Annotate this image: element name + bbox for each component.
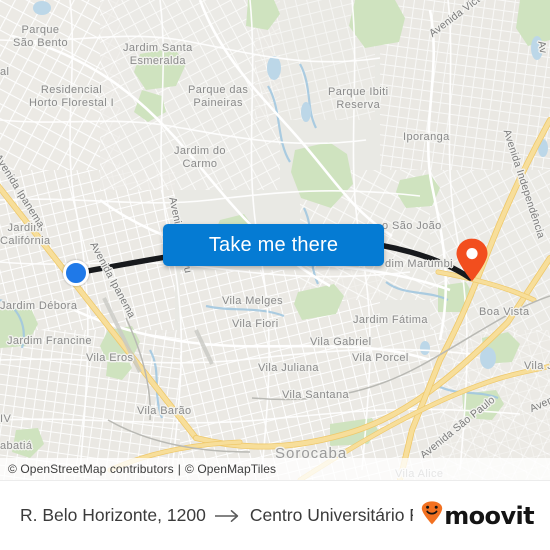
moovit-route-widget: Parque São Bento al Jardim Santa Esmeralda… [0,0,550,550]
take-me-there-label: Take me there [208,233,339,256]
moovit-pin-smile-icon [421,501,443,530]
route-footer-bar: R. Belo Horizonte, 1200 Centro Universit… [0,480,550,550]
map-view[interactable]: Parque São Bento al Jardim Santa Esmeralda… [0,0,550,480]
moovit-wordmark: moovit [444,501,534,530]
map-attribution: © OpenStreetMap contributors | © OpenMap… [0,458,550,480]
destination-label: Centro Universitário Facens [249,505,413,525]
origin-label: R. Belo Horizonte, 1200 [20,505,206,525]
arrow-right-icon [214,509,241,523]
attribution-separator: | [177,462,181,476]
moovit-logo[interactable]: moovit [421,501,535,530]
origin-marker[interactable] [63,260,89,286]
attribution-osm[interactable]: © OpenStreetMap contributors [8,462,174,476]
map-pin-icon [456,238,488,282]
destination-marker[interactable] [455,238,489,282]
take-me-there-button[interactable]: Take me there [163,224,384,266]
attribution-openmaptiles[interactable]: © OpenMapTiles [185,462,276,476]
route-summary: R. Belo Horizonte, 1200 Centro Universit… [20,505,413,526]
